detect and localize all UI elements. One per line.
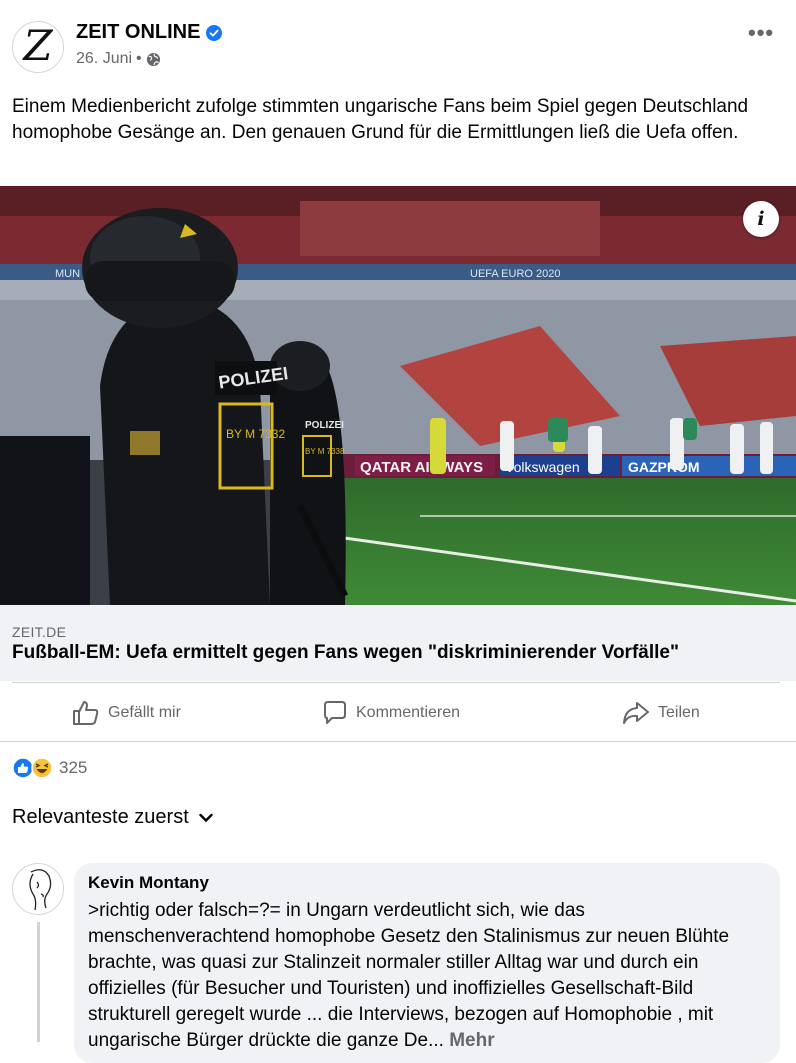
page-avatar[interactable]: Z (12, 21, 64, 73)
verified-badge-icon (206, 24, 223, 41)
post-image[interactable]: MUN UEFA EURO 2020 QATAR AIRWAYS Volkswa… (0, 186, 796, 605)
page-name[interactable]: ZEIT ONLINE (76, 21, 200, 44)
sort-label: Relevanteste zuerst (12, 806, 189, 828)
comment-button[interactable]: Kommentieren (322, 700, 460, 726)
share-icon (623, 702, 649, 724)
post-date[interactable]: 26. Juni (76, 50, 132, 68)
chevron-down-icon (199, 813, 213, 822)
share-button[interactable]: Teilen (622, 700, 700, 726)
thread-line (37, 922, 40, 1042)
share-label: Teilen (658, 704, 700, 721)
ad-volkswagen: Volkswagen (505, 459, 580, 475)
police-label-4: BY M 7338 (305, 447, 345, 456)
stadium-text-left: MUN (55, 268, 80, 280)
like-button[interactable]: Gefällt mir (72, 700, 181, 726)
divider (0, 741, 796, 742)
globe-icon (146, 52, 160, 66)
reaction-count: 325 (59, 758, 88, 777)
meta-separator: • (136, 50, 142, 67)
stadium-photo: MUN UEFA EURO 2020 QATAR AIRWAYS Volkswa… (0, 186, 796, 605)
comment-body: >richtig oder falsch=?= in Ungarn verdeu… (88, 900, 730, 1051)
link-title[interactable]: Fußball-EM: Uefa ermittelt gegen Fans we… (12, 642, 679, 664)
comment-label: Kommentieren (356, 704, 461, 721)
like-label: Gefällt mir (108, 704, 181, 721)
info-icon[interactable]: i (743, 201, 779, 237)
stadium-text-right: UEFA EURO 2020 (470, 268, 561, 280)
post-text: Einem Medienbericht zufolge stimmten ung… (12, 96, 749, 143)
ad-qatar: QATAR AIRWAYS (360, 459, 483, 476)
police-label-3: POLIZEI (305, 420, 344, 431)
haha-reaction-icon (31, 757, 53, 779)
avatar-logo-letter: Z (23, 21, 53, 70)
comment-icon (324, 701, 346, 724)
sketch-portrait (29, 869, 52, 911)
divider (12, 682, 780, 683)
more-options-icon[interactable]: ••• (748, 20, 774, 46)
post-meta: 26. Juni • (76, 50, 161, 68)
comment-author[interactable]: Kevin Montany (88, 873, 209, 893)
link-domain: ZEIT.DE (12, 624, 67, 640)
page-name-row: ZEIT ONLINE (76, 21, 223, 44)
see-more-link[interactable]: Mehr (449, 1030, 494, 1051)
police-label-2: BY M 7332 (226, 427, 285, 441)
thumbs-up-icon (73, 701, 99, 725)
comments-sort-dropdown[interactable]: Relevanteste zuerst (12, 806, 213, 829)
ad-gazprom: GAZPROM (628, 459, 700, 475)
commenter-avatar[interactable] (12, 863, 64, 915)
comment-text: >richtig oder falsch=?= in Ungarn verdeu… (88, 898, 764, 1054)
reactions-summary[interactable]: 325 (12, 757, 87, 779)
